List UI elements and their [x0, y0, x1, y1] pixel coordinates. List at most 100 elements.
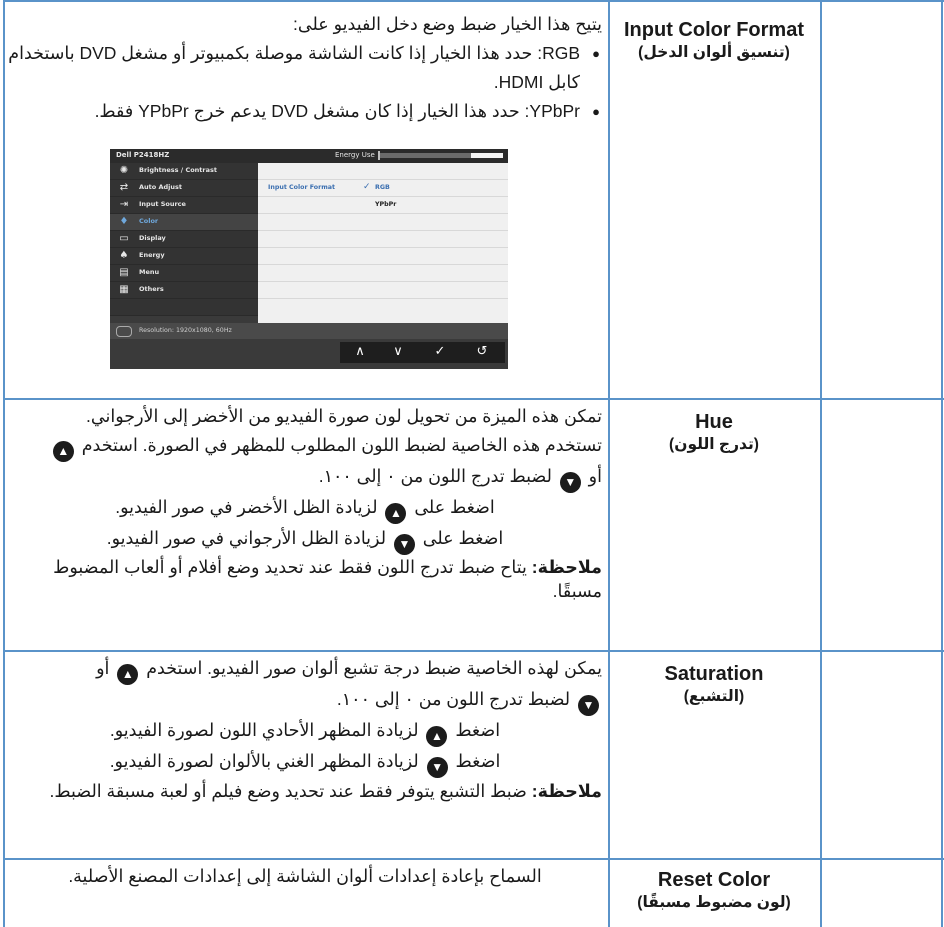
table-border-top — [3, 0, 944, 2]
check-icon[interactable]: ✓ — [420, 344, 460, 359]
text-span: اضغط على — [414, 497, 495, 517]
osd-menu-label: Color — [139, 217, 159, 225]
back-icon[interactable]: ↺ — [462, 344, 502, 359]
option-list: RGB: حدد هذا الخيار إذا كانت الشاشة موصل… — [8, 39, 602, 126]
osd-option-row-ypbpr[interactable]: YPbPr — [258, 197, 508, 214]
description-reset-color: السماح بإعادة إعدادات ألوان الشاشة إلى إ… — [8, 862, 602, 891]
auto-adjust-icon: ⇄ — [119, 182, 129, 193]
setting-title-en: Input Color Format — [624, 19, 804, 41]
others-icon: ▦ — [119, 284, 129, 295]
connector-icon — [116, 326, 132, 337]
setting-title-ar: (تنسيق ألوان الدخل) — [638, 44, 790, 61]
energy-icon: ♠ — [119, 250, 129, 261]
table-border-left — [3, 0, 5, 927]
osd-menu-item-others[interactable]: ▦ Others — [110, 282, 258, 299]
osd-option-label: Input Color Format — [268, 184, 336, 191]
bullet-rgb: RGB: حدد هذا الخيار إذا كانت الشاشة موصل… — [8, 39, 600, 97]
text-span: تستخدم هذه الخاصية لضبط اللون المطلوب لل… — [81, 435, 602, 455]
osd-energy-marker — [378, 151, 380, 160]
hue-increase-purple: اضغط على ▼ لزيادة الظل الأرجواني في صور … — [8, 524, 602, 555]
text-span: يمكن لهذه الخاصية ضبط درجة تشبع ألوان صو… — [146, 658, 602, 678]
osd-option-row-rgb[interactable]: Input Color Format ✓ RGB — [258, 180, 508, 197]
osd-menu-item-auto-adjust[interactable]: ⇄ Auto Adjust — [110, 180, 258, 197]
description-hue: تمكن هذه الميزة من تحويل لون صورة الفيدي… — [8, 402, 602, 603]
row-divider-1 — [3, 398, 944, 400]
osd-panel-row — [258, 163, 508, 180]
table-border-right — [941, 0, 943, 927]
menu-icon: ▤ — [119, 267, 129, 278]
up-arrow-icon[interactable]: ∧ — [340, 344, 380, 359]
osd-panel-row — [258, 265, 508, 282]
osd-energy-meter — [378, 151, 503, 160]
osd-option-ypbpr[interactable]: YPbPr — [375, 201, 396, 208]
osd-top-bar: Dell P2418HZ Energy Use — [110, 149, 508, 163]
text-span: اضغط — [455, 720, 501, 740]
input-source-icon: ⇥ — [119, 199, 129, 210]
sun-icon: ✺ — [119, 165, 129, 176]
osd-menu-item-color[interactable]: ♦ Color — [110, 214, 258, 231]
osd-panel-row — [258, 231, 508, 248]
text-span: لزيادة الظل الأرجواني في صور الفيديو. — [106, 528, 387, 548]
osd-menu-item-input-source[interactable]: ⇥ Input Source — [110, 197, 258, 214]
setting-name-reset-color: Reset Color (لون مضبوط مسبقًا) — [610, 868, 818, 914]
text-span: أو — [588, 466, 602, 486]
reset-color-text: السماح بإعادة إعدادات ألوان الشاشة إلى إ… — [68, 866, 542, 886]
osd-menu-label: Others — [139, 285, 164, 293]
hue-increase-green: اضغط على ▲ لزيادة الظل الأخضر في صور الف… — [8, 493, 602, 524]
setting-name-saturation: Saturation (التشبع) — [610, 662, 818, 708]
osd-menu-label: Display — [139, 234, 166, 242]
up-button-icon: ▲ — [385, 503, 407, 524]
intro-text: يتيح هذا الخيار ضبط وضع دخل الفيديو على: — [293, 14, 602, 34]
text-span: لزيادة المظهر الأحادي اللون لصورة الفيدي… — [109, 720, 419, 740]
osd-panel-row — [258, 248, 508, 265]
text-span: أو — [96, 658, 110, 678]
setting-title-en: Saturation — [664, 663, 764, 685]
row-divider-2 — [3, 650, 944, 652]
osd-panel-row — [258, 214, 508, 231]
osd-menu-label: Energy — [139, 251, 165, 259]
osd-menu-item-menu[interactable]: ▤ Menu — [110, 265, 258, 282]
check-icon: ✓ — [363, 182, 371, 192]
osd-menu-label: Input Source — [139, 200, 186, 208]
down-button-icon: ▼ — [426, 757, 448, 778]
note-label: ملاحظة: — [531, 557, 602, 577]
up-button-icon: ▲ — [117, 664, 139, 685]
down-arrow-icon[interactable]: ∨ — [378, 344, 418, 359]
hue-note: ملاحظة: يتاح ضبط تدرج اللون فقط عند تحدي… — [8, 555, 602, 603]
bullet-ypbpr: YPbPr: حدد هذا الخيار إذا كان مشغل DVD ي… — [8, 97, 600, 126]
description-saturation: يمكن لهذه الخاصية ضبط درجة تشبع ألوان صو… — [8, 654, 602, 804]
osd-main-menu: ✺ Brightness / Contrast ⇄ Auto Adjust ⇥ … — [110, 163, 258, 316]
hue-intro: تمكن هذه الميزة من تحويل لون صورة الفيدي… — [86, 406, 602, 426]
saturation-note: ملاحظة: ضبط التشبع يتوفر فقط عند تحديد و… — [8, 778, 602, 804]
saturation-mono: اضغط ▲ لزيادة المظهر الأحادي اللون لصورة… — [8, 716, 602, 747]
display-icon: ▭ — [119, 233, 129, 244]
hue-usage: تستخدم هذه الخاصية لضبط اللون المطلوب لل… — [8, 431, 602, 493]
text-span: اضغط — [455, 751, 501, 771]
osd-energy-fill — [470, 153, 503, 158]
osd-status-bar: Resolution: 1920x1080, 60Hz — [110, 323, 508, 339]
setting-title-ar: (تدرج اللون) — [669, 436, 759, 453]
description-input-color-format: يتيح هذا الخيار ضبط وضع دخل الفيديو على:… — [8, 10, 602, 126]
up-button-icon: ▲ — [426, 726, 448, 747]
setting-title-en: Hue — [695, 411, 733, 433]
note-label: ملاحظة: — [531, 781, 602, 801]
osd-submenu-panel: Input Color Format ✓ RGB YPbPr — [258, 163, 508, 323]
note-text: ضبط التشبع يتوفر فقط عند تحديد وضع فيلم … — [49, 781, 527, 801]
setting-title-en: Reset Color — [657, 869, 771, 891]
text-span: لزيادة المظهر الغني بالألوان لصورة الفيد… — [109, 751, 419, 771]
osd-model-name: Dell P2418HZ — [116, 151, 170, 159]
setting-title-ar: (التشبع) — [683, 688, 745, 705]
text-span: اضغط على — [422, 528, 504, 548]
osd-menu-item-brightness[interactable]: ✺ Brightness / Contrast — [110, 163, 258, 180]
osd-panel-row — [258, 282, 508, 299]
text-span: لضبط تدرج اللون من ٠ إلى ١٠٠. — [336, 689, 571, 709]
table-border-right-col — [820, 0, 822, 927]
note-text: يتاح ضبط تدرج اللون فقط عند تحديد وضع أف… — [53, 557, 602, 601]
osd-energy-label: Energy Use — [335, 151, 375, 159]
down-button-icon: ▼ — [559, 472, 581, 493]
text-span: لضبط تدرج اللون من ٠ إلى ١٠٠. — [318, 466, 552, 486]
osd-option-rgb[interactable]: RGB — [375, 184, 390, 191]
down-button-icon: ▼ — [393, 534, 415, 555]
osd-menu-item-energy[interactable]: ♠ Energy — [110, 248, 258, 265]
osd-menu-item-display[interactable]: ▭ Display — [110, 231, 258, 248]
